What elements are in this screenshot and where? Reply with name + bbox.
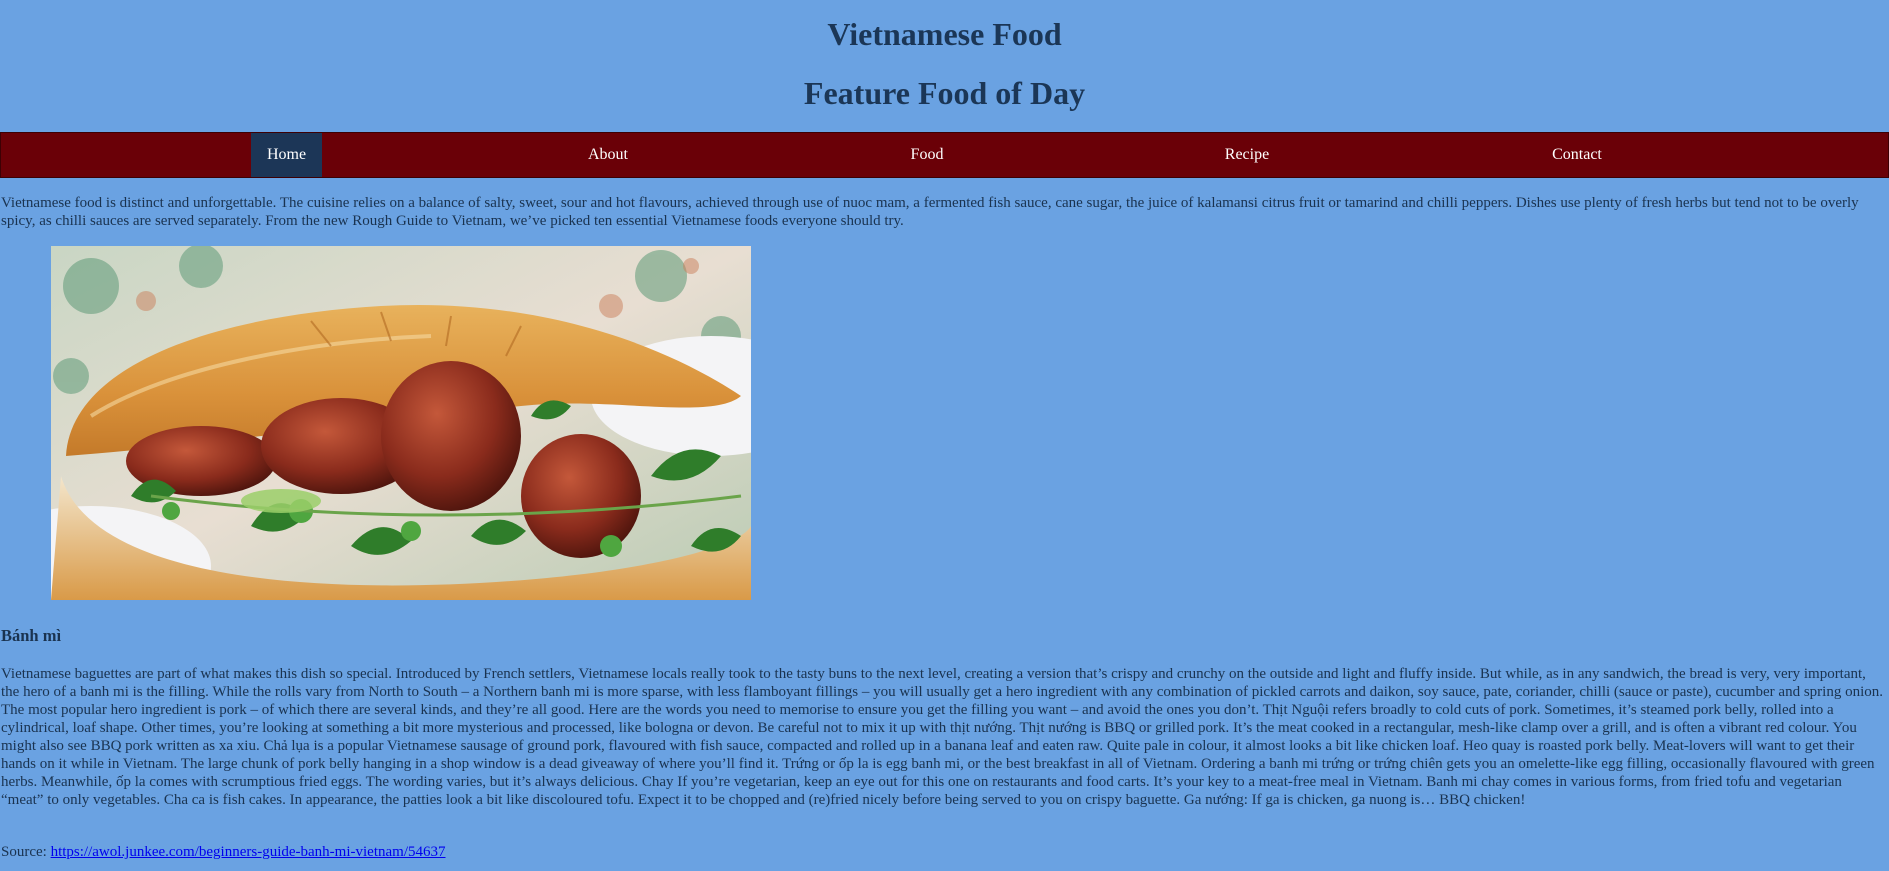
feature-title: Feature Food of Day (803, 75, 1086, 111)
main-nav: Home About Food Recipe Contact (0, 132, 1889, 178)
nav-contact[interactable]: Contact (1537, 133, 1617, 177)
source-link[interactable]: https://awol.junkee.com/beginners-guide-… (51, 844, 446, 860)
intro-paragraph: Vietnamese food is distinct and unforget… (1, 195, 1859, 229)
dish-description: Vietnamese baguettes are part of what ma… (1, 666, 1883, 808)
nav-recipe[interactable]: Recipe (1207, 133, 1287, 177)
nav-food[interactable]: Food (887, 133, 967, 177)
banh-mi-photo (51, 246, 751, 600)
source-label: Source: (1, 844, 51, 860)
nav-home[interactable]: Home (251, 133, 322, 177)
nav-about[interactable]: About (568, 133, 648, 177)
page: Vietnamese Food Feature Food of Day Home… (0, 0, 1889, 871)
dish-name: Bánh mì (1, 626, 62, 645)
site-title: Vietnamese Food (827, 16, 1062, 52)
source-line: Source: https://awol.junkee.com/beginner… (1, 843, 446, 861)
